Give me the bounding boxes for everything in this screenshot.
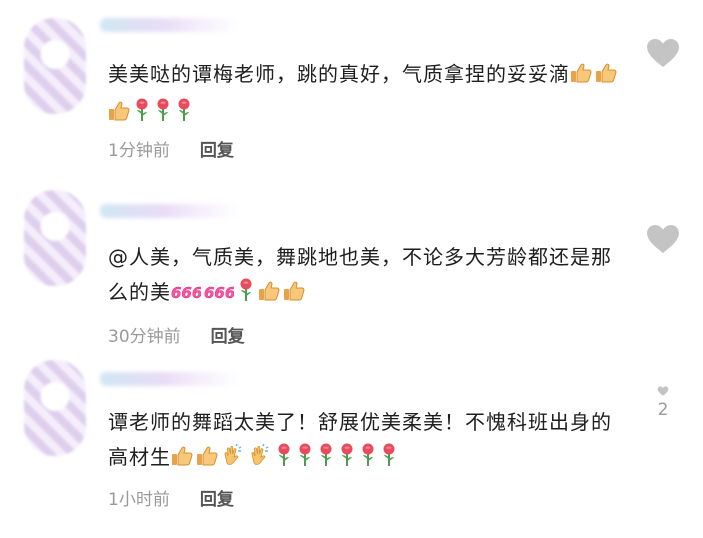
username-blurred[interactable] <box>100 372 240 386</box>
reply-button[interactable]: 回复 <box>200 485 234 510</box>
clap-icon <box>248 443 272 478</box>
rose-icon <box>338 443 356 478</box>
like-button[interactable] <box>644 38 682 72</box>
666-icon: 666 <box>204 278 236 313</box>
rose-icon <box>175 98 193 133</box>
thumbs-up-icon <box>171 443 193 478</box>
like-button[interactable]: 2 <box>644 386 682 420</box>
like-button[interactable] <box>644 224 682 258</box>
rose-icon <box>317 443 335 478</box>
rose-icon <box>133 98 151 133</box>
svg-text:666: 666 <box>171 284 201 302</box>
reply-button[interactable]: 回复 <box>200 136 234 161</box>
thumbs-up-icon <box>595 60 617 95</box>
thumbs-up-icon <box>283 278 305 313</box>
rose-icon <box>237 278 255 313</box>
reply-button[interactable]: 回复 <box>211 322 245 347</box>
emoji-row: 666 666 <box>171 278 308 304</box>
svg-text:666: 666 <box>204 284 234 302</box>
comment-text: 谭老师的舞蹈太美了！舒展优美柔美！不愧科班出身的高材生 <box>108 405 628 478</box>
thumbs-up-icon <box>258 278 280 313</box>
avatar[interactable] <box>24 18 86 114</box>
rose-icon <box>296 443 314 478</box>
comment-meta: 1分钟前 回复 <box>108 136 234 161</box>
heart-icon <box>647 224 679 254</box>
rose-icon <box>154 98 172 133</box>
rose-icon <box>380 443 398 478</box>
rose-icon <box>275 443 293 478</box>
avatar[interactable] <box>24 190 86 286</box>
avatar[interactable] <box>24 360 86 456</box>
666-icon: 666 <box>171 278 203 313</box>
heart-icon <box>647 38 679 68</box>
comment-meta: 30分钟前 回复 <box>108 322 245 347</box>
thumbs-up-icon <box>196 443 218 478</box>
comment-meta: 1小时前 回复 <box>108 485 234 510</box>
heart-icon <box>657 386 669 396</box>
timestamp: 1小时前 <box>108 490 170 510</box>
comment-text: @人美，气质美，舞跳地也美，不论多大芳龄都还是那么的美 666 666 <box>108 240 628 313</box>
timestamp: 30分钟前 <box>108 327 181 347</box>
emoji-row <box>171 443 401 469</box>
like-count: 2 <box>657 400 669 420</box>
timestamp: 1分钟前 <box>108 141 170 161</box>
username-blurred[interactable] <box>100 204 240 218</box>
thumbs-up-icon <box>570 60 592 95</box>
clap-icon <box>221 443 245 478</box>
comment-text-body: 美美哒的谭梅老师，跳的真好，气质拿捏的妥妥滴 <box>108 62 570 86</box>
comment-text: 美美哒的谭梅老师，跳的真好，气质拿捏的妥妥滴 <box>108 57 628 133</box>
username-blurred[interactable] <box>100 18 240 32</box>
rose-icon <box>359 443 377 478</box>
thumbs-up-icon <box>108 98 130 133</box>
